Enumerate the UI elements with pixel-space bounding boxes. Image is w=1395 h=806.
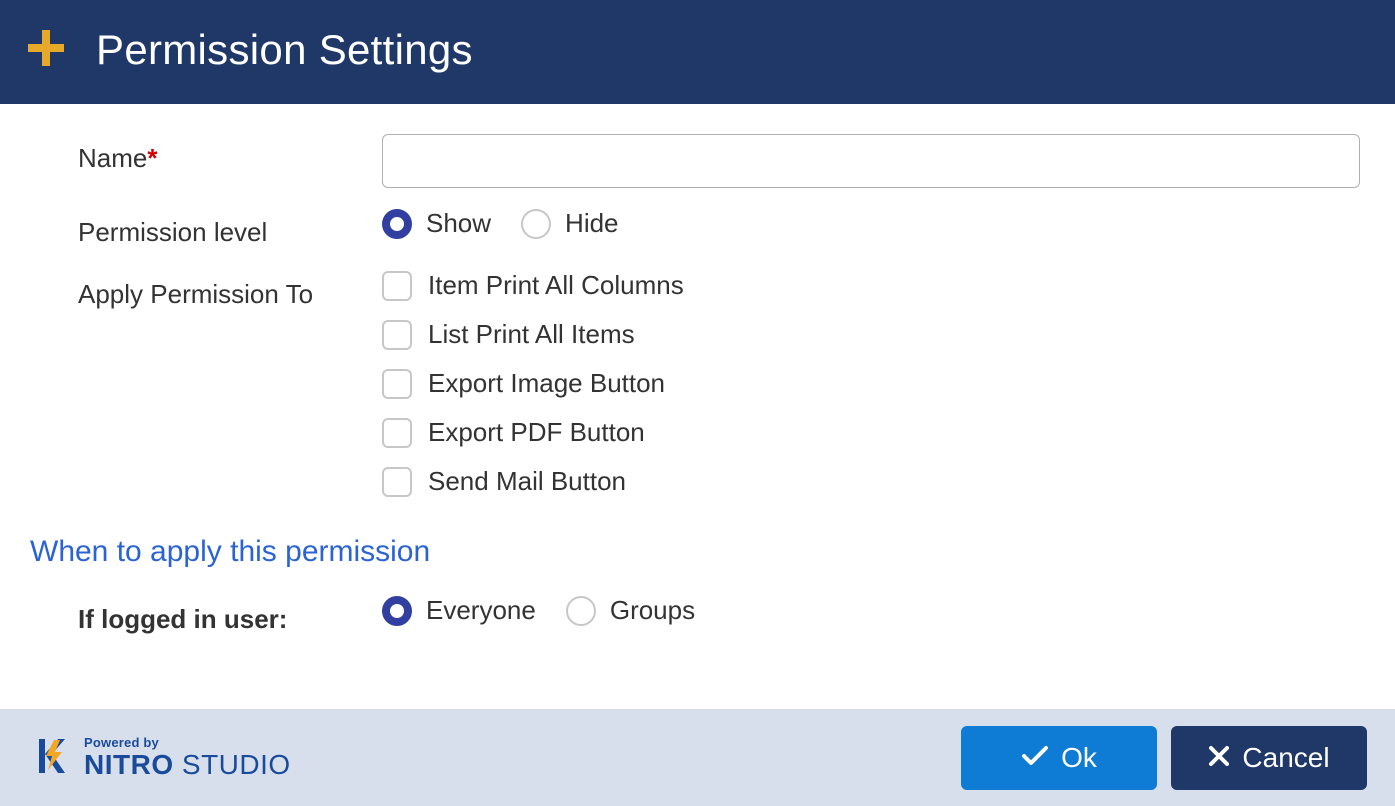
cancel-button-label: Cancel	[1242, 742, 1329, 774]
nitro-logo-icon	[32, 734, 74, 781]
radio-hide[interactable]: Hide	[521, 208, 618, 239]
label-user-scope: If logged in user:	[78, 595, 382, 637]
checkbox-icon	[382, 418, 412, 448]
brand-name: NITRO STUDIO	[84, 751, 291, 779]
checkbox-icon	[382, 369, 412, 399]
page-title: Permission Settings	[96, 26, 473, 74]
checkbox-icon	[382, 320, 412, 350]
required-asterisk: *	[147, 143, 157, 173]
brand-logo: Powered by NITRO STUDIO	[32, 734, 291, 781]
radio-everyone-label: Everyone	[426, 595, 536, 626]
checkbox-label: Send Mail Button	[428, 466, 626, 497]
ok-button-label: Ok	[1061, 742, 1097, 774]
section-heading-when: When to apply this permission	[30, 535, 1365, 569]
radio-everyone[interactable]: Everyone	[382, 595, 536, 626]
checkbox-item-print-all-columns[interactable]: Item Print All Columns	[382, 270, 1365, 301]
apply-to-checkbox-list: Item Print All Columns List Print All It…	[382, 270, 1365, 497]
checkbox-send-mail-button[interactable]: Send Mail Button	[382, 466, 1365, 497]
radio-icon	[566, 596, 596, 626]
radio-hide-label: Hide	[565, 208, 618, 239]
checkbox-list-print-all-items[interactable]: List Print All Items	[382, 319, 1365, 350]
ok-button[interactable]: Ok	[961, 726, 1157, 790]
checkbox-label: Export Image Button	[428, 368, 665, 399]
checkbox-label: Item Print All Columns	[428, 270, 684, 301]
radio-icon	[521, 209, 551, 239]
radio-show[interactable]: Show	[382, 208, 491, 239]
field-name	[382, 134, 1365, 188]
plus-icon	[24, 26, 68, 75]
radio-icon	[382, 209, 412, 239]
radio-groups-label: Groups	[610, 595, 695, 626]
field-permission-level: Show Hide	[382, 208, 1365, 239]
form-content: Name* Permission level Show Hide Apply P…	[0, 104, 1395, 687]
label-apply-to: Apply Permission To	[78, 270, 382, 312]
field-user-scope: Everyone Groups	[382, 595, 1365, 626]
row-name: Name*	[78, 134, 1365, 188]
checkbox-icon	[382, 271, 412, 301]
field-apply-to: Item Print All Columns List Print All It…	[382, 270, 1365, 497]
row-apply-to: Apply Permission To Item Print All Colum…	[78, 270, 1365, 497]
radio-groups[interactable]: Groups	[566, 595, 695, 626]
close-icon	[1208, 742, 1230, 774]
checkbox-icon	[382, 467, 412, 497]
radio-show-label: Show	[426, 208, 491, 239]
powered-by-label: Powered by	[84, 736, 291, 749]
dialog-header: Permission Settings	[0, 0, 1395, 104]
checkbox-label: Export PDF Button	[428, 417, 645, 448]
dialog-footer: Powered by NITRO STUDIO Ok Cancel	[0, 709, 1395, 806]
permission-level-radio-group: Show Hide	[382, 208, 1365, 239]
user-scope-radio-group: Everyone Groups	[382, 595, 1365, 626]
name-input[interactable]	[382, 134, 1360, 188]
radio-icon	[382, 596, 412, 626]
row-user-scope: If logged in user: Everyone Groups	[78, 595, 1365, 637]
brand-text: Powered by NITRO STUDIO	[84, 736, 291, 779]
checkbox-export-pdf-button[interactable]: Export PDF Button	[382, 417, 1365, 448]
row-permission-level: Permission level Show Hide	[78, 208, 1365, 250]
check-icon	[1021, 742, 1049, 774]
footer-buttons: Ok Cancel	[961, 726, 1367, 790]
checkbox-label: List Print All Items	[428, 319, 635, 350]
cancel-button[interactable]: Cancel	[1171, 726, 1367, 790]
checkbox-export-image-button[interactable]: Export Image Button	[382, 368, 1365, 399]
label-name: Name*	[78, 134, 382, 176]
label-permission-level: Permission level	[78, 208, 382, 250]
